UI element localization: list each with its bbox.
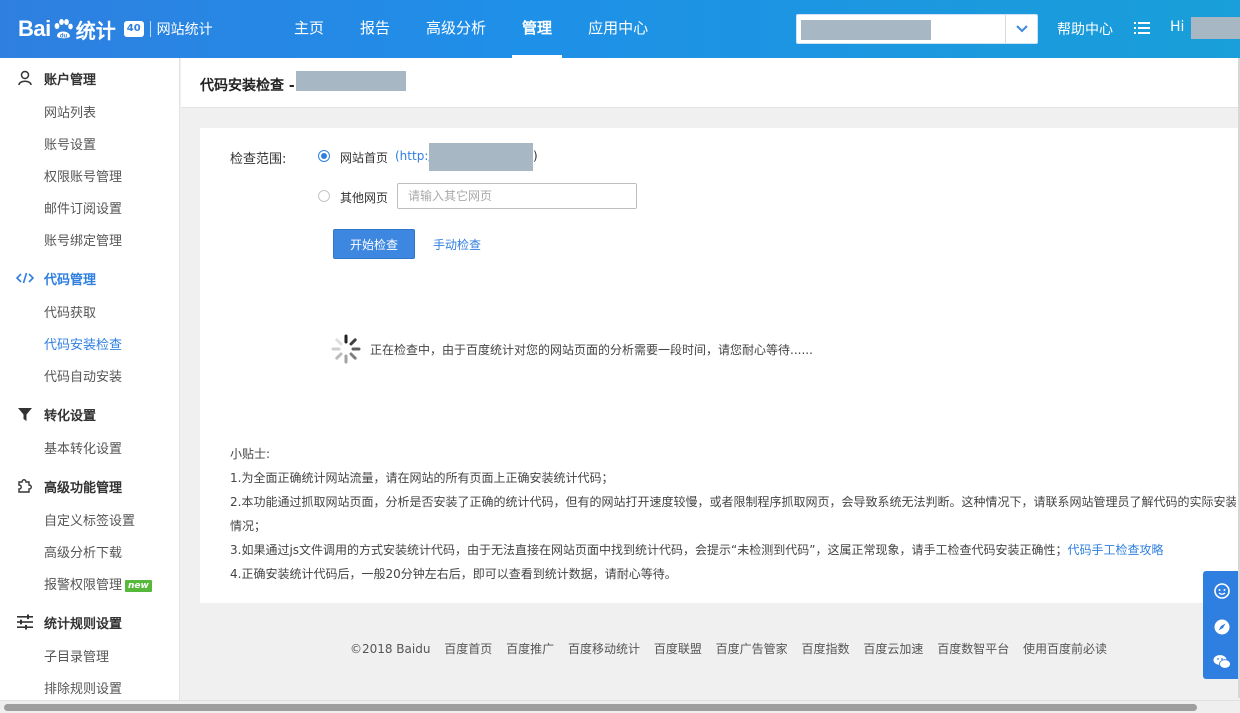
sidebar-group-advanced[interactable]: 高级功能管理 [0, 468, 180, 504]
radio-other-page[interactable] [318, 190, 330, 202]
footer-link[interactable]: 百度指数 [802, 642, 850, 656]
sidebar-group-label: 转化设置 [44, 408, 97, 424]
nav-reports[interactable]: 报告 [344, 0, 406, 58]
sliders-icon [16, 613, 34, 631]
manual-check-guide-link[interactable]: 代码手工检查攻略 [1067, 543, 1163, 557]
footer-link[interactable]: 百度云加速 [863, 642, 923, 656]
site-selector[interactable] [796, 14, 1038, 44]
nav-manage[interactable]: 管理 [506, 0, 568, 58]
sidebar-item-custom-tags[interactable]: 自定义标签设置 [44, 512, 135, 532]
wechat-icon[interactable] [1213, 654, 1231, 672]
tips-section: 小贴士: 1.为全面正确统计网站流量，请在网站的所有页面上正确安装统计代码； 2… [230, 442, 1236, 586]
customer-service-icon[interactable] [1213, 582, 1231, 600]
main-nav: 主页 报告 高级分析 管理 应用中心 [278, 0, 668, 58]
sidebar-item-email-subscription[interactable]: 邮件订阅设置 [44, 200, 122, 220]
sidebar-group-account[interactable]: 账户管理 [0, 60, 180, 96]
sidebar-group-label: 账户管理 [44, 72, 97, 88]
footer-link[interactable]: 百度首页 [444, 642, 492, 656]
horizontal-scrollbar[interactable] [0, 700, 1240, 713]
logo-suffix: 统计 [75, 18, 116, 43]
version-badge: 40 [123, 21, 144, 37]
horizontal-scrollbar-thumb[interactable] [4, 704, 1197, 711]
scope-label: 检查范围: [230, 152, 287, 167]
nav-app-center[interactable]: 应用中心 [572, 0, 664, 58]
sidebar-group-code[interactable]: 代码管理 [0, 260, 180, 296]
footer-link[interactable]: 百度移动统计 [568, 642, 640, 656]
sidebar-group-conversion[interactable]: 转化设置 [0, 396, 180, 432]
option-other-label[interactable]: 其他网页 [340, 189, 388, 206]
sidebar-item-advanced-download[interactable]: 高级分析下载 [44, 544, 122, 564]
tip-1: 1.为全面正确统计网站流量，请在网站的所有页面上正确安装统计代码； [230, 471, 614, 485]
checking-status-text: 正在检查中，由于百度统计对您的网站页面的分析需要一段时间，请您耐心等待.....… [370, 343, 813, 357]
logo-text: Bai [18, 16, 51, 41]
user-icon [16, 69, 34, 87]
sidebar-item-subdirectory[interactable]: 子目录管理 [44, 648, 109, 668]
radio-homepage[interactable] [318, 150, 330, 162]
floating-toolbar [1203, 571, 1240, 679]
top-bar: Bai du 统计 40 网站统计 主页 报告 高级分析 管理 应用中心 帮助中… [0, 0, 1240, 58]
baidu-tongji-logo[interactable]: Bai du 统计 40 网站统计 [18, 12, 213, 46]
chevron-down-icon[interactable] [1005, 15, 1037, 43]
footer-link[interactable]: 百度广告管家 [716, 642, 788, 656]
page-header: 代码安装检查 - [181, 58, 1240, 108]
sidebar-item-code-check[interactable]: 代码安装检查 [44, 336, 122, 356]
tip-4: 4.正确安装统计代码后，一般20分钟左右后，即可以查看到统计数据，请耐心等待。 [230, 567, 677, 581]
sidebar-item-code-auto-install[interactable]: 代码自动安装 [44, 368, 122, 388]
page-title: 代码安装检查 - [200, 78, 295, 94]
svg-text:du: du [60, 34, 68, 40]
username-redacted[interactable] [1191, 17, 1240, 39]
sidebar-item-code-get[interactable]: 代码获取 [44, 304, 96, 324]
menu-list-icon[interactable] [1134, 20, 1150, 36]
homepage-url-suffix: ) [533, 149, 538, 163]
sidebar-item-exclusion-rules[interactable]: 排除规则设置 [44, 680, 122, 700]
tip-3: 3.如果通过js文件调用的方式安装统计代码，由于无法直接在网站页面中找到统计代码… [230, 538, 1236, 562]
sidebar-group-label: 高级功能管理 [44, 480, 123, 496]
new-badge: new [125, 580, 152, 592]
sidebar-group-label: 代码管理 [44, 272, 97, 288]
sidebar-item-account-settings[interactable]: 账号设置 [44, 136, 96, 156]
footer-link[interactable]: 百度数智平台 [937, 642, 1009, 656]
funnel-icon [16, 405, 34, 423]
site-label: 网站统计 [156, 22, 213, 38]
sidebar-item-alert-permission[interactable]: 报警权限管理 new [44, 576, 152, 596]
tip-2: 2.本功能通过抓取网站页面，分析是否安装了正确的统计代码，但有的网站打开速度较慢… [230, 495, 1236, 509]
option-homepage-label[interactable]: 网站首页 [340, 149, 388, 166]
sidebar-group-label: 统计规则设置 [44, 616, 123, 632]
sidebar: 账户管理 网站列表 账号设置 权限账号管理 邮件订阅设置 账号绑定管理 代码管理… [0, 58, 180, 713]
help-center-link[interactable]: 帮助中心 [1057, 19, 1113, 39]
start-check-button[interactable]: 开始检查 [333, 229, 415, 259]
loading-spinner-icon [330, 333, 362, 365]
tip-3-text: 3.如果通过js文件调用的方式安装统计代码，由于无法直接在网站页面中找到统计代码… [230, 543, 1068, 557]
code-icon [16, 269, 34, 287]
sidebar-group-rules[interactable]: 统计规则设置 [0, 604, 180, 640]
sidebar-item-label: 报警权限管理 [44, 578, 123, 593]
homepage-url-redacted [429, 143, 533, 171]
sidebar-item-site-list[interactable]: 网站列表 [44, 104, 96, 124]
sidebar-item-account-binding[interactable]: 账号绑定管理 [44, 232, 122, 252]
paw-icon: du [52, 18, 74, 40]
footer-link[interactable]: 百度推广 [506, 642, 554, 656]
sidebar-item-permission-accounts[interactable]: 权限账号管理 [44, 168, 122, 188]
tips-heading: 小贴士: [230, 447, 271, 461]
code-check-panel: 检查范围: 网站首页 (http:// ) 其他网页 开始检查 手动检查 正在检… [200, 128, 1240, 603]
manual-check-link[interactable]: 手动检查 [433, 236, 481, 253]
footer-copyright: ©2018 Baidu [349, 642, 431, 656]
site-selector-value-redacted [801, 20, 931, 40]
logo-divider [149, 21, 151, 37]
site-name-redacted [296, 71, 406, 91]
nav-home[interactable]: 主页 [278, 0, 340, 58]
footer-link[interactable]: 百度联盟 [654, 642, 702, 656]
footer: ©2018 Baidu 百度首页 百度推广 百度移动统计 百度联盟 百度广告管家… [181, 640, 1240, 657]
puzzle-icon [16, 477, 34, 495]
tip-2-cont: 情况； [230, 519, 267, 533]
user-greeting[interactable]: Hi [1170, 19, 1184, 35]
nav-advanced-analysis[interactable]: 高级分析 [410, 0, 502, 58]
footer-link[interactable]: 使用百度前必读 [1023, 642, 1107, 656]
sidebar-item-basic-conversion[interactable]: 基本转化设置 [44, 440, 122, 460]
other-page-input[interactable] [397, 183, 637, 209]
compass-icon[interactable] [1213, 618, 1231, 636]
